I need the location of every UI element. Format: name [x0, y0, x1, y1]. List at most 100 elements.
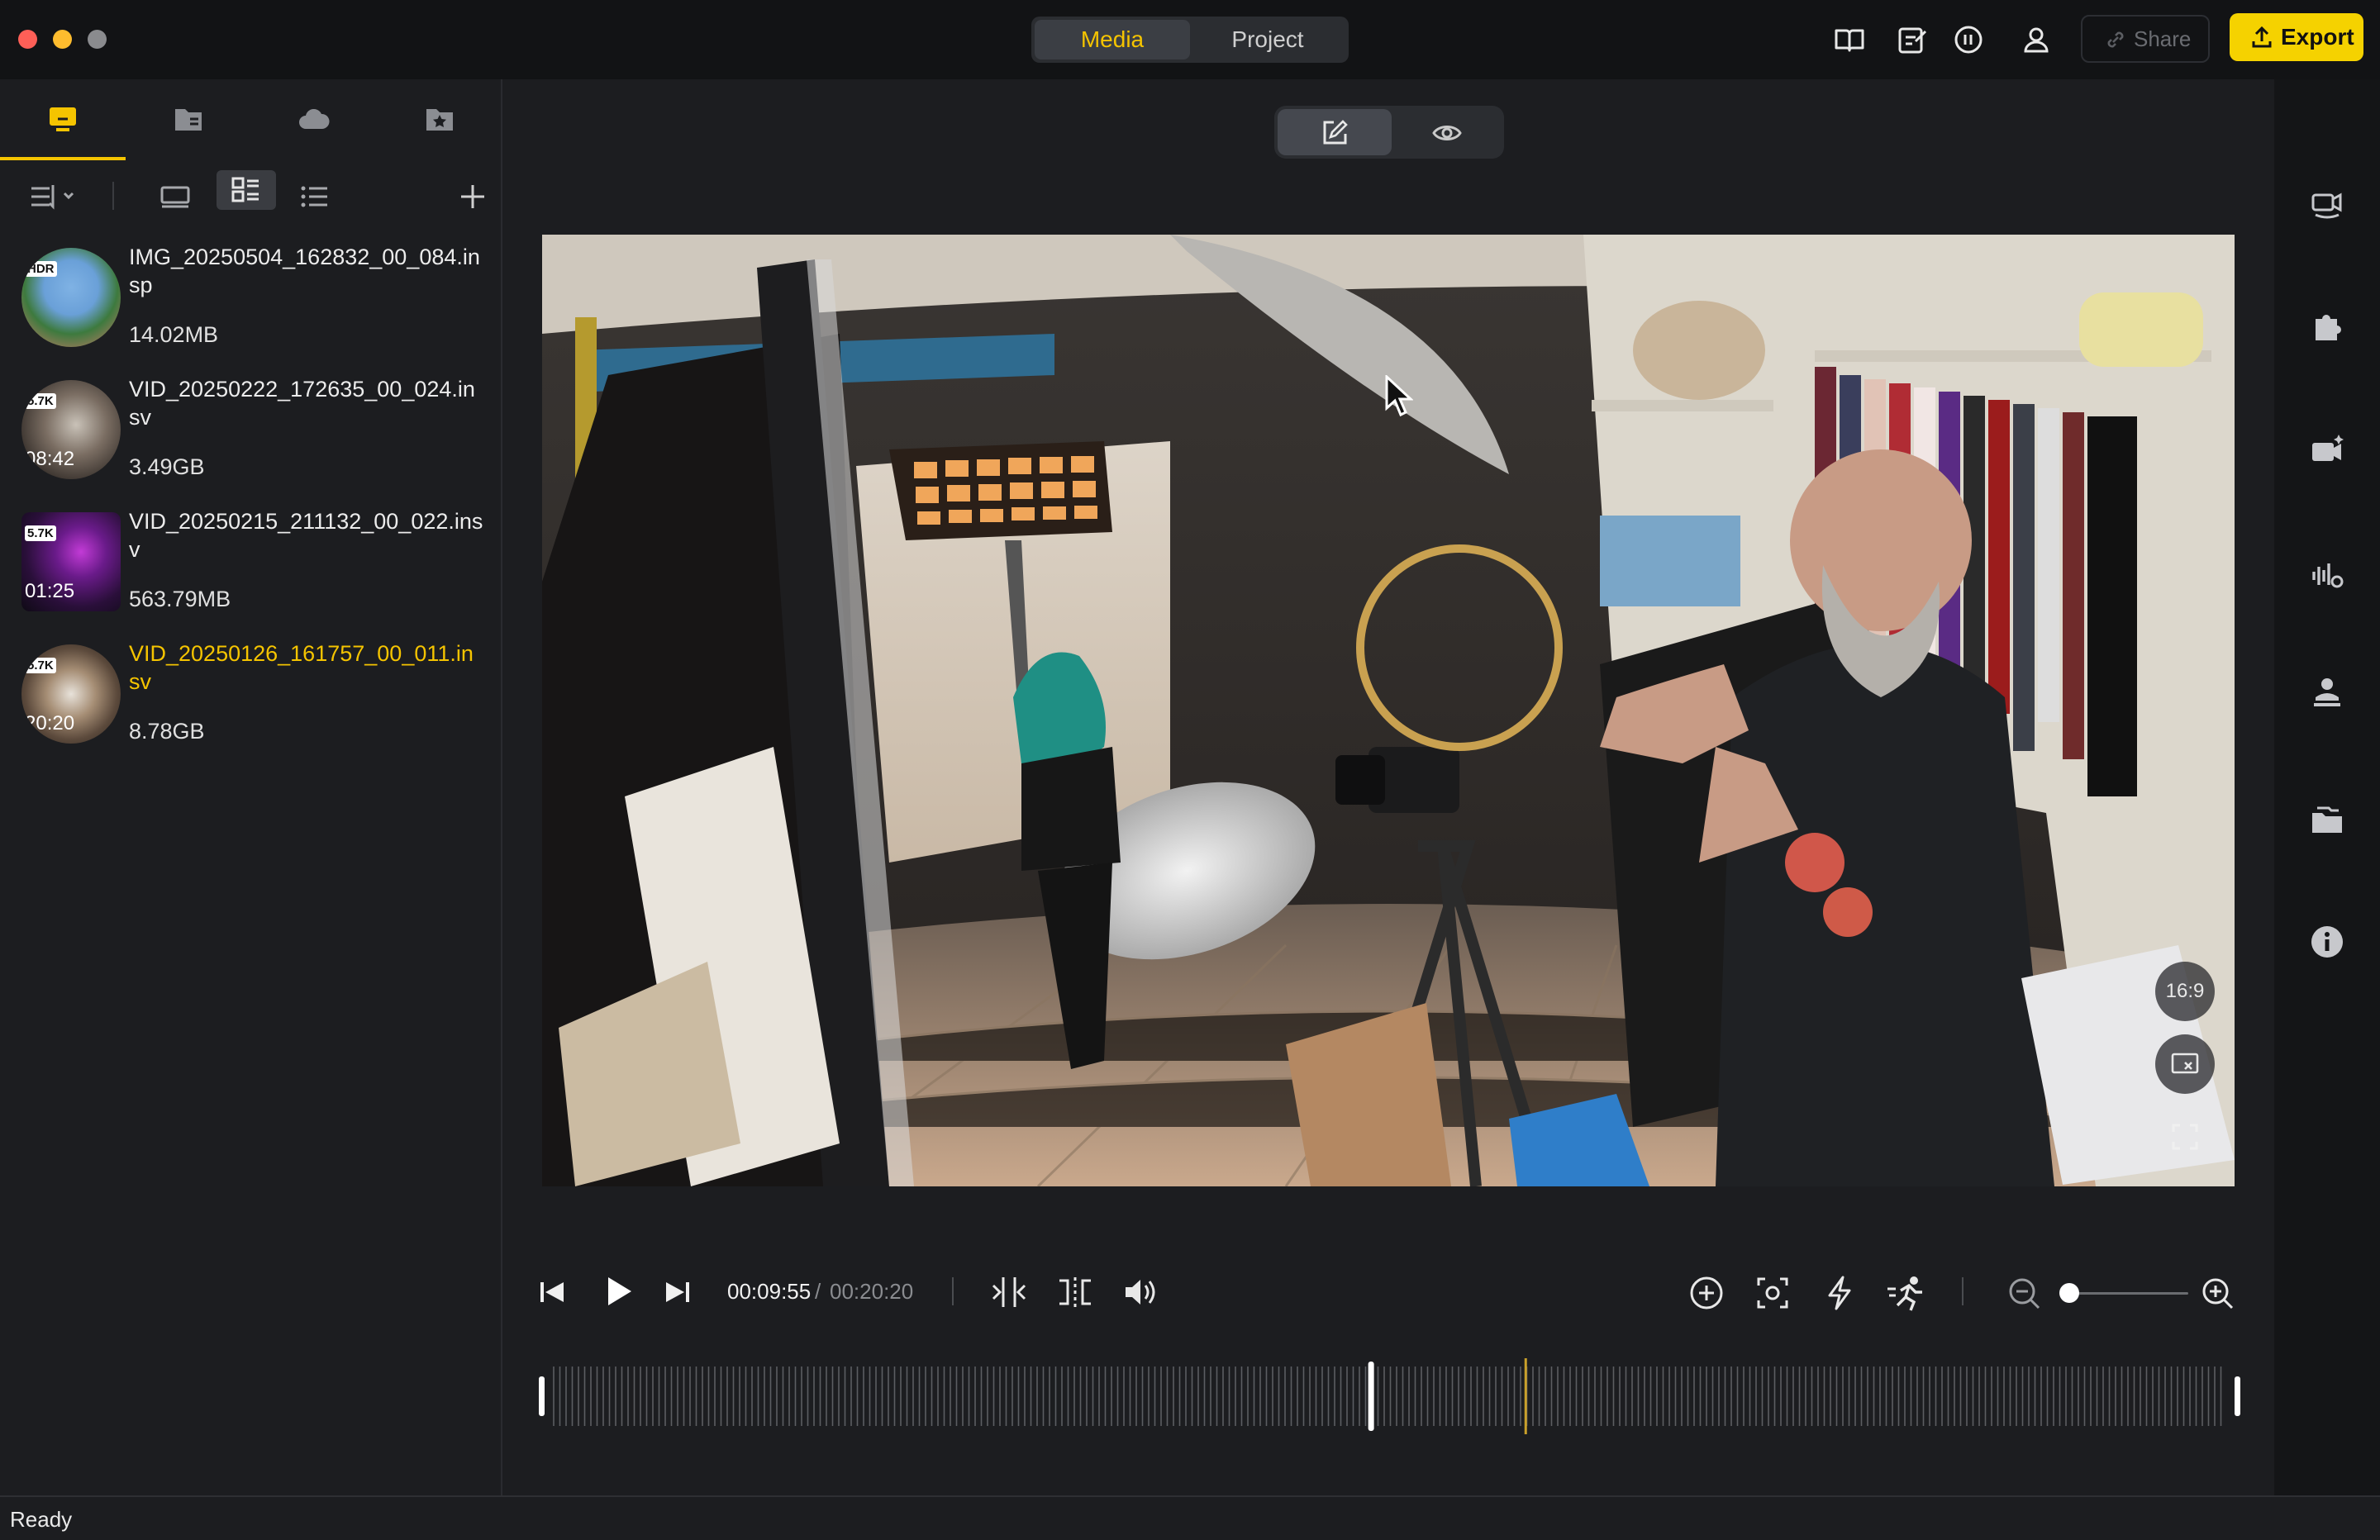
edit-preview-switch — [1274, 106, 1504, 159]
list-item[interactable]: 5.7K 01:25 VID_20250215_211132_00_022.in… — [0, 507, 502, 639]
list-item[interactable]: HDR IMG_20250504_162832_00_084.insp 14.0… — [0, 243, 502, 375]
total-duration: 00:20:20 — [830, 1279, 914, 1304]
controls-divider — [952, 1277, 954, 1305]
sidebar-tab-local[interactable] — [0, 79, 126, 160]
export-button[interactable]: Export — [2230, 13, 2363, 61]
controls-divider — [1962, 1277, 1963, 1305]
window-minimize-button[interactable] — [53, 30, 72, 49]
cloud-icon — [299, 108, 330, 129]
upload-icon — [2252, 26, 2272, 48]
media-filename: IMG_20250504_162832_00_084.insp — [129, 245, 480, 297]
resolution-badge: 5.7K — [25, 525, 56, 541]
sidebar-tab-folder[interactable] — [126, 79, 251, 159]
timeline-end-handle[interactable] — [2235, 1376, 2240, 1416]
status-text: Ready — [10, 1507, 73, 1532]
media-filesize: 3.49GB — [129, 454, 205, 479]
preview-mode-button[interactable] — [1390, 109, 1504, 155]
skip-next-icon[interactable] — [661, 1276, 694, 1309]
current-time: 00:09:55 — [727, 1279, 812, 1304]
fullscreen-icon[interactable] — [2170, 1122, 2200, 1152]
grid-view-icon — [231, 177, 259, 202]
media-sidebar: HDR IMG_20250504_162832_00_084.insp 14.0… — [0, 79, 502, 1495]
timeline-marker — [1524, 1358, 1527, 1434]
plugin-puzzle-icon[interactable] — [2309, 309, 2345, 345]
tutorial-book-icon[interactable] — [1833, 23, 1866, 56]
sidebar-tab-cloud[interactable] — [251, 79, 377, 159]
media-duration: 01:25 — [25, 580, 75, 602]
account-user-icon[interactable] — [2020, 23, 2053, 56]
eye-icon — [1432, 126, 1462, 140]
sort-icon[interactable] — [28, 177, 78, 216]
large-thumb-view-icon[interactable] — [157, 177, 195, 216]
zoom-out-icon[interactable] — [2006, 1276, 2043, 1312]
add-keyframe-icon[interactable] — [1687, 1274, 1726, 1312]
ai-edit-bolt-icon[interactable] — [1821, 1274, 1858, 1312]
media-filename: VID_20250215_211132_00_022.insv — [129, 509, 483, 562]
add-icon[interactable] — [453, 177, 493, 216]
window-close-button[interactable] — [18, 30, 37, 49]
hdr-badge: HDR — [25, 261, 57, 277]
timeline-track[interactable] — [537, 1358, 2241, 1434]
insta360-logo-icon[interactable] — [2309, 673, 2345, 709]
time-separator: / — [815, 1279, 821, 1304]
timeline-start-handle[interactable] — [539, 1376, 545, 1416]
tool-rail — [2274, 79, 2380, 1495]
tab-media[interactable]: Media — [1035, 20, 1190, 59]
list-item[interactable]: 5.7K 08:42 VID_20250222_172635_00_024.in… — [0, 375, 502, 507]
folder-stack-icon[interactable] — [2309, 801, 2345, 838]
volume-icon[interactable] — [1122, 1274, 1162, 1310]
list-view-icon[interactable] — [296, 177, 334, 216]
info-icon[interactable] — [2309, 924, 2345, 960]
zoom-slider-thumb[interactable] — [2059, 1283, 2079, 1303]
feedback-edit-icon[interactable] — [1896, 23, 1929, 56]
export-label: Export — [2281, 24, 2354, 50]
edit-mode-button[interactable] — [1278, 109, 1392, 155]
media-thumbnail: 5.7K 01:25 — [21, 512, 121, 611]
media-thumbnail: 5.7K 08:42 — [21, 380, 121, 479]
share-button[interactable]: Share — [2081, 15, 2210, 63]
aspect-ratio-button[interactable]: 16:9 — [2155, 962, 2215, 1021]
share-label: Share — [2134, 26, 2192, 51]
grid-view-button[interactable] — [217, 170, 276, 210]
deep-track-icon[interactable] — [1754, 1274, 1792, 1312]
split-clip-icon[interactable] — [1056, 1274, 1094, 1310]
tab-project[interactable]: Project — [1190, 20, 1345, 59]
link-icon — [2107, 31, 2124, 48]
favorites-icon — [426, 109, 453, 131]
video-effects-icon[interactable] — [2309, 433, 2345, 469]
resolution-badge: 5.7K — [25, 658, 56, 673]
trim-in-icon[interactable] — [990, 1274, 1028, 1310]
reframe-toggle-button[interactable] — [2155, 1034, 2215, 1094]
media-filesize: 8.78GB — [129, 719, 205, 744]
skip-previous-icon[interactable] — [536, 1276, 569, 1309]
media-duration: 08:42 — [25, 448, 75, 470]
window-zoom-button[interactable] — [88, 30, 107, 49]
media-filesize: 14.02MB — [129, 322, 219, 347]
sidebar-tab-favorites[interactable] — [377, 79, 502, 159]
media-filename: VID_20250222_172635_00_024.insv — [129, 377, 475, 430]
resolution-badge: 5.7K — [25, 393, 56, 409]
status-bar: Ready — [0, 1495, 2380, 1540]
list-item[interactable]: 5.7K 20:20 VID_20250126_161757_00_011.in… — [0, 639, 502, 772]
media-duration: 20:20 — [25, 712, 75, 734]
media-filename: VID_20250126_161757_00_011.insv — [129, 641, 474, 694]
camera-stabilize-icon[interactable] — [2309, 185, 2345, 221]
audio-settings-icon[interactable] — [2309, 557, 2345, 593]
reframe-icon — [2171, 1053, 2199, 1074]
title-bar: Media Project Share Export — [0, 0, 2380, 79]
media-thumbnail: 5.7K 20:20 — [21, 644, 121, 744]
activity-badge-icon[interactable] — [1952, 23, 1985, 56]
timeline-playhead[interactable] — [1368, 1362, 1374, 1431]
mouse-cursor-icon — [1385, 375, 1413, 417]
active-tab-indicator — [0, 157, 126, 160]
local-media-icon — [50, 107, 76, 131]
media-filesize: 563.79MB — [129, 587, 231, 611]
main-tab-switch: Media Project — [1031, 17, 1349, 63]
zoom-slider[interactable] — [2059, 1283, 2188, 1303]
zoom-in-icon[interactable] — [2200, 1276, 2236, 1312]
edit-icon — [1323, 120, 1348, 145]
play-icon[interactable] — [598, 1272, 636, 1310]
speed-runner-icon[interactable] — [1886, 1274, 1927, 1312]
folder-icon — [175, 109, 202, 131]
media-thumbnail: HDR — [21, 248, 121, 347]
